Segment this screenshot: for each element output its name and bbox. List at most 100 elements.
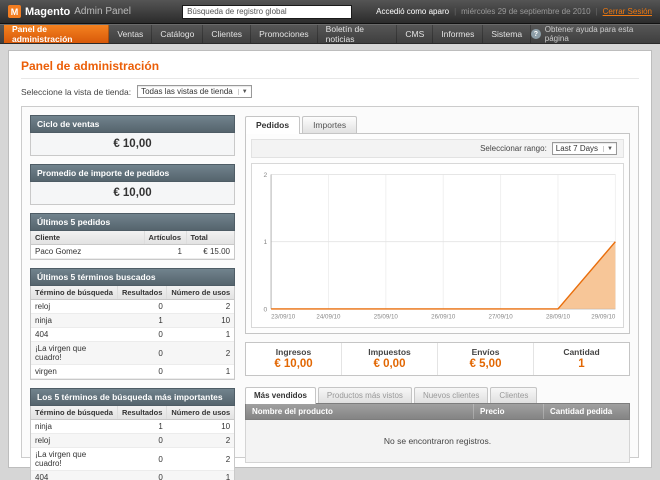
magento-logo: M Magento Admin Panel xyxy=(8,5,158,18)
col-header: Término de búsqueda xyxy=(31,406,117,420)
dashboard-left-column: Ciclo de ventas € 10,00 Promedio de impo… xyxy=(30,115,235,449)
svg-text:27/09/10: 27/09/10 xyxy=(489,313,514,320)
tab-productos-mas-vistos[interactable]: Productos más vistos xyxy=(318,387,412,403)
table-row[interactable]: ninja 1 10 xyxy=(31,420,234,434)
table-row[interactable]: 404 0 1 xyxy=(31,328,234,342)
svg-text:23/09/10: 23/09/10 xyxy=(271,313,296,320)
totals-bar: Ingresos € 10,00 Impuestos € 0,00 Envíos… xyxy=(245,342,630,376)
dashboard: Ciclo de ventas € 10,00 Promedio de impo… xyxy=(21,106,639,458)
cell: ninja xyxy=(31,314,117,328)
separator: | xyxy=(454,7,456,16)
top-search-terms-title: Los 5 términos de búsqueda más important… xyxy=(30,388,235,406)
last-search-terms-box: Últimos 5 términos buscados Término de b… xyxy=(30,268,235,380)
table-row[interactable]: Paco Gomez 1 € 15.00 xyxy=(31,245,234,259)
store-view-switcher: Seleccione la vista de tienda: Todas las… xyxy=(21,85,639,98)
svg-text:0: 0 xyxy=(264,306,268,313)
store-view-select[interactable]: Todas las vistas de tienda ▼ xyxy=(137,85,252,98)
average-orders-box: Promedio de importe de pedidos € 10,00 xyxy=(30,164,235,205)
col-header: Artículos xyxy=(144,231,186,245)
cell: reloj xyxy=(31,300,117,314)
tab-clientes[interactable]: Clientes xyxy=(490,387,537,403)
stat-label: Cantidad xyxy=(534,347,629,357)
cell: 0 xyxy=(117,434,166,448)
cell: 0 xyxy=(117,328,166,342)
products-grid: Nombre del producto Precio Cantidad pedi… xyxy=(245,403,630,463)
table-row[interactable]: reloj 0 2 xyxy=(31,300,234,314)
table-row[interactable]: 404 0 1 xyxy=(31,471,234,480)
svg-text:2: 2 xyxy=(264,172,268,179)
last-search-terms-table: Término de búsqueda Resultados Número de… xyxy=(31,286,234,379)
cell: reloj xyxy=(31,434,117,448)
table-row[interactable]: ¡La virgen que cuadro! 0 2 xyxy=(31,342,234,365)
cell: 1 xyxy=(117,314,166,328)
col-header-precio: Precio xyxy=(474,404,544,419)
nav-item-promociones[interactable]: Promociones xyxy=(251,25,318,43)
help-icon: ? xyxy=(531,29,541,39)
nav-item-catalogo[interactable]: Catálogo xyxy=(152,25,203,43)
lifetime-sales-value: € 10,00 xyxy=(31,133,234,155)
cell: 10 xyxy=(167,314,234,328)
col-header: Término de búsqueda xyxy=(31,286,117,300)
table-row[interactable]: ninja 1 10 xyxy=(31,314,234,328)
cell: 0 xyxy=(117,448,166,471)
logo-subtitle: Admin Panel xyxy=(74,6,131,17)
average-orders-title: Promedio de importe de pedidos xyxy=(30,164,235,182)
nav-item-sistema[interactable]: Sistema xyxy=(483,25,531,43)
range-select[interactable]: Last 7 Days ▼ xyxy=(552,142,617,155)
table-row[interactable]: virgen 0 1 xyxy=(31,365,234,379)
magento-logo-icon: M xyxy=(8,5,21,18)
page-title: Panel de administración xyxy=(21,59,639,79)
chevron-down-icon: ▼ xyxy=(238,89,248,95)
nav-item-informes[interactable]: Informes xyxy=(433,25,483,43)
cell: Paco Gomez xyxy=(31,245,144,259)
logo-text: Magento xyxy=(25,6,70,18)
col-header: Número de usos xyxy=(167,286,234,300)
svg-text:29/09/10: 29/09/10 xyxy=(591,313,616,320)
cell: ¡La virgen que cuadro! xyxy=(31,342,117,365)
cell: 1 xyxy=(167,471,234,480)
cell: 1 xyxy=(167,365,234,379)
stat-value: € 5,00 xyxy=(438,358,533,370)
svg-text:1: 1 xyxy=(264,239,268,246)
range-label: Seleccionar rango: xyxy=(480,144,547,153)
cell: 1 xyxy=(117,420,166,434)
cell: 2 xyxy=(167,434,234,448)
store-view-label: Seleccione la vista de tienda: xyxy=(21,87,131,97)
svg-text:28/09/10: 28/09/10 xyxy=(546,313,571,320)
stat-cantidad: Cantidad 1 xyxy=(533,343,629,375)
cell: 1 xyxy=(167,328,234,342)
tab-nuevos-clientes[interactable]: Nuevos clientes xyxy=(414,387,488,403)
nav-item-cms[interactable]: CMS xyxy=(397,25,433,43)
tab-pedidos[interactable]: Pedidos xyxy=(245,116,300,134)
chart-tabs: Pedidos Importes xyxy=(245,115,630,133)
nav-item-dashboard[interactable]: Panel de administración xyxy=(4,25,109,43)
col-header-cantidad: Cantidad pedida xyxy=(544,404,629,419)
col-header: Total xyxy=(186,231,234,245)
tab-mas-vendidos[interactable]: Más vendidos xyxy=(245,387,316,404)
cell: 0 xyxy=(117,300,166,314)
average-orders-value: € 10,00 xyxy=(31,182,234,204)
svg-text:26/09/10: 26/09/10 xyxy=(431,313,456,320)
col-header: Número de usos xyxy=(167,406,234,420)
global-search-input[interactable] xyxy=(182,5,352,19)
cell: virgen xyxy=(31,365,117,379)
svg-text:24/09/10: 24/09/10 xyxy=(316,313,341,320)
stat-value: 1 xyxy=(534,358,629,370)
nav-item-clientes[interactable]: Clientes xyxy=(203,25,251,43)
last-orders-box: Últimos 5 pedidos Cliente Artículos Tota… xyxy=(30,213,235,260)
nav-items: Panel de administración Ventas Catálogo … xyxy=(4,25,531,43)
table-row[interactable]: reloj 0 2 xyxy=(31,434,234,448)
last-search-terms-title: Últimos 5 términos buscados xyxy=(30,268,235,286)
tab-importes[interactable]: Importes xyxy=(302,116,357,133)
lifetime-sales-box: Ciclo de ventas € 10,00 xyxy=(30,115,235,156)
table-row[interactable]: ¡La virgen que cuadro! 0 2 xyxy=(31,448,234,471)
main-nav: Panel de administración Ventas Catálogo … xyxy=(0,24,660,44)
logout-link[interactable]: Cerrar Sesión xyxy=(603,7,652,16)
stat-label: Impuestos xyxy=(342,347,437,357)
nav-item-boletin[interactable]: Boletín de noticias xyxy=(318,25,398,43)
nav-item-ventas[interactable]: Ventas xyxy=(109,25,152,43)
page-help-link[interactable]: ? Obtener ayuda para esta página xyxy=(531,25,656,43)
cell: 0 xyxy=(117,471,166,480)
products-grid-header: Nombre del producto Precio Cantidad pedi… xyxy=(245,403,630,420)
orders-chart: 01223/09/1024/09/1025/09/1026/09/1027/09… xyxy=(251,163,624,328)
